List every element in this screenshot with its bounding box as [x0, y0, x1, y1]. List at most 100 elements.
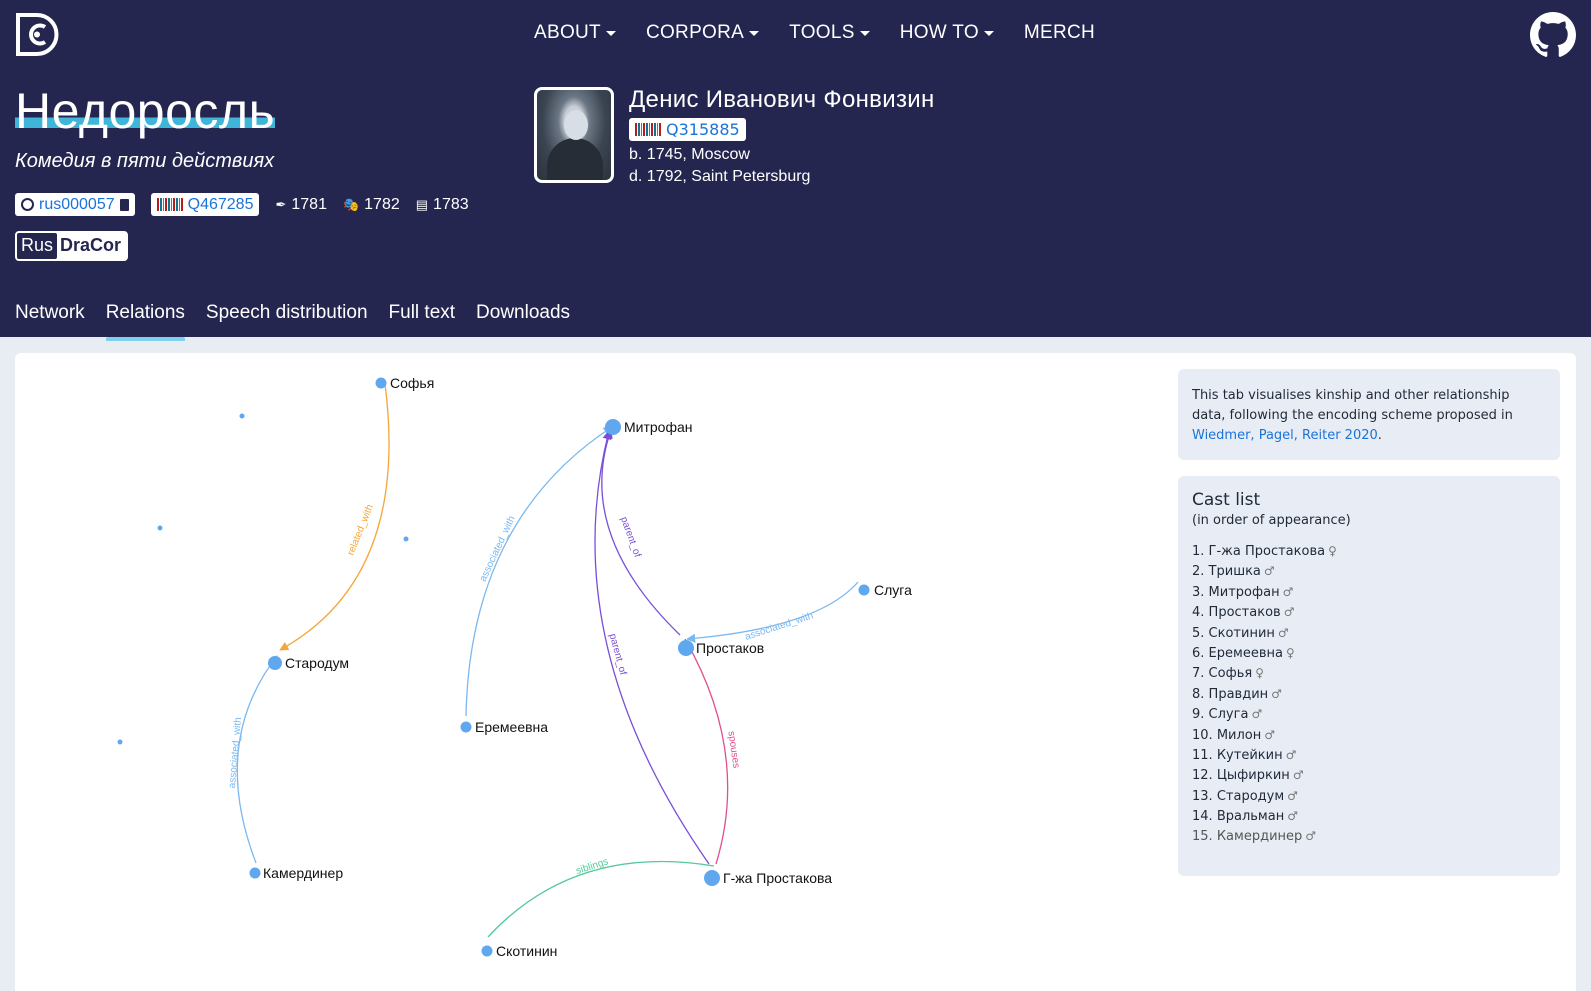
cast-list-subtitle: (in order of appearance): [1192, 513, 1351, 528]
caret-down-icon: [983, 30, 994, 36]
gender-icon: ♂: [1287, 809, 1298, 824]
nav-corpora[interactable]: CORPORA: [646, 20, 760, 46]
edge-label: siblings: [575, 856, 610, 877]
caret-down-icon: [749, 30, 760, 36]
wikidata-link[interactable]: Q467285: [188, 196, 254, 214]
isolated-node[interactable]: [157, 525, 163, 531]
gender-icon: ♂: [1283, 605, 1295, 620]
svg-text:Стародум: Стародум: [285, 655, 349, 671]
main-nav: ABOUT CORPORA TOOLS HOW TO MERCH: [534, 20, 1125, 46]
premiere-year: 🎭 1782: [342, 195, 400, 213]
gender-icon: ♂: [1263, 564, 1275, 579]
relations-graph[interactable]: related_with associated_with parent_of p…: [15, 353, 1165, 991]
tab-full-text[interactable]: Full text: [389, 302, 456, 334]
cast-item: 6. Еремеевна ♀: [1192, 645, 1295, 661]
svg-text:Слуга: Слуга: [874, 582, 912, 598]
graph-node[interactable]: Г-жа Простакова: [704, 870, 832, 886]
svg-text:Митрофан: Митрофан: [624, 419, 693, 435]
author-name: Денис Иванович Фонвизин: [629, 86, 935, 113]
pen-icon: ✒: [275, 196, 287, 212]
cast-item: 1. Г-жа Простакова ♀: [1192, 544, 1337, 559]
gender-icon: ♂: [1305, 829, 1317, 844]
cast-item: 8. Правдин ♂: [1192, 686, 1282, 702]
cast-item: 7. Софья ♀: [1192, 666, 1264, 682]
edge-label: parent_of: [618, 515, 643, 559]
written-year: ✒ 1781: [275, 195, 327, 213]
info-box: This tab visualises kinship and other re…: [1178, 369, 1560, 460]
cast-item: 3. Митрофан ♂: [1192, 584, 1294, 600]
graph-node[interactable]: Камердинер: [249, 865, 344, 881]
graph-node[interactable]: Еремеевна: [460, 719, 549, 735]
gender-icon: ♂: [1282, 584, 1294, 599]
cast-item: 9. Слуга ♂: [1192, 707, 1263, 723]
graph-node[interactable]: Митрофан: [605, 419, 693, 435]
dracor-icon: [21, 198, 34, 211]
graph-node[interactable]: Скотинин: [481, 943, 558, 959]
nav-about[interactable]: ABOUT: [534, 20, 616, 46]
edge-label: spouses: [725, 730, 741, 768]
dracor-logo[interactable]: [15, 12, 60, 57]
gender-icon: ♂: [1271, 686, 1282, 701]
cast-item: 5. Скотинин ♂: [1192, 625, 1289, 641]
wikidata-icon: [156, 198, 183, 211]
caret-down-icon: [859, 30, 870, 36]
github-icon[interactable]: [1530, 12, 1576, 58]
edge-siblings: [487, 860, 715, 938]
play-title: Недоросль: [15, 83, 276, 139]
svg-text:Простаков: Простаков: [696, 640, 764, 656]
nav-tools[interactable]: TOOLS: [789, 20, 870, 46]
isolated-node[interactable]: [403, 536, 409, 542]
nav-how-to[interactable]: HOW TO: [900, 20, 994, 46]
play-subtitle: Комедия в пяти действиях: [15, 150, 275, 172]
graph-node[interactable]: Простаков: [678, 640, 764, 656]
play-tabs: Network Relations Speech distribution Fu…: [15, 302, 591, 341]
tab-relations[interactable]: Relations: [105, 302, 186, 341]
tab-downloads[interactable]: Downloads: [476, 302, 570, 334]
gender-icon: ♂: [1292, 768, 1304, 783]
cast-item: 11. Кутейкин ♂: [1192, 747, 1297, 763]
relations-panel: related_with associated_with parent_of p…: [15, 353, 1576, 991]
corpus-badge[interactable]: Rus DraCor: [15, 231, 129, 261]
graph-node[interactable]: Софья: [375, 375, 435, 391]
cast-item: 10. Милон ♂: [1192, 727, 1276, 743]
tab-network[interactable]: Network: [15, 302, 85, 334]
gender-icon: ♂: [1287, 788, 1298, 803]
cast-list: 1. Г-жа Простакова ♀ 2. Тришка ♂ 3. Митроф…: [1192, 544, 1546, 850]
svg-text:Г-жа Простакова: Г-жа Простакова: [723, 870, 832, 886]
author-wikidata-badge: Q315885: [629, 118, 746, 141]
svg-text:Скотинин: Скотинин: [496, 943, 557, 959]
gender-icon: ♀: [1285, 645, 1295, 660]
svg-text:Камердинер: Камердинер: [263, 865, 343, 881]
cast-item: 13. Стародум ♂: [1192, 788, 1298, 804]
tab-speech-distribution[interactable]: Speech distribution: [206, 302, 368, 334]
edge-label: associated_with: [478, 514, 518, 583]
edge-label: associated_with: [744, 610, 815, 642]
gender-icon: ♀: [1255, 666, 1264, 681]
gender-icon: ♂: [1285, 747, 1297, 762]
book-icon: ▤: [415, 196, 429, 212]
clipboard-icon[interactable]: [119, 198, 129, 211]
wikidata-icon: [635, 123, 661, 136]
play-meta: rus000057 Q467285 ✒ 1781 🎭 1782 ▤ 1783: [15, 193, 469, 216]
edge-label: associated_with: [227, 717, 244, 789]
svg-text:Еремеевна: Еремеевна: [475, 719, 548, 735]
cast-item: 14. Вральман ♂: [1192, 809, 1298, 825]
isolated-node[interactable]: [117, 739, 123, 745]
svg-text:Софья: Софья: [390, 375, 434, 391]
citation-link[interactable]: Wiedmer, Pagel, Reiter 2020: [1192, 428, 1378, 443]
isolated-node[interactable]: [239, 413, 245, 419]
graph-node[interactable]: Слуга: [858, 582, 913, 598]
wikidata-badge: Q467285: [150, 193, 260, 216]
nav-merch[interactable]: MERCH: [1024, 20, 1095, 46]
edge-associated-with: [236, 655, 278, 864]
cast-list-title: Cast list: [1192, 490, 1261, 510]
dracor-id-link[interactable]: rus000057: [39, 196, 115, 214]
theater-masks-icon: 🎭: [342, 196, 360, 212]
cast-item: 15. Камердинер ♂: [1192, 829, 1317, 845]
cast-list-panel: Cast list (in order of appearance) 1. Г-…: [1178, 476, 1560, 876]
author-wikidata-link[interactable]: Q315885: [666, 120, 740, 139]
caret-down-icon: [605, 30, 616, 36]
cast-item: 12. Цыфиркин ♂: [1192, 768, 1304, 784]
graph-node[interactable]: Стародум: [268, 655, 349, 671]
print-year: ▤ 1783: [415, 195, 469, 213]
